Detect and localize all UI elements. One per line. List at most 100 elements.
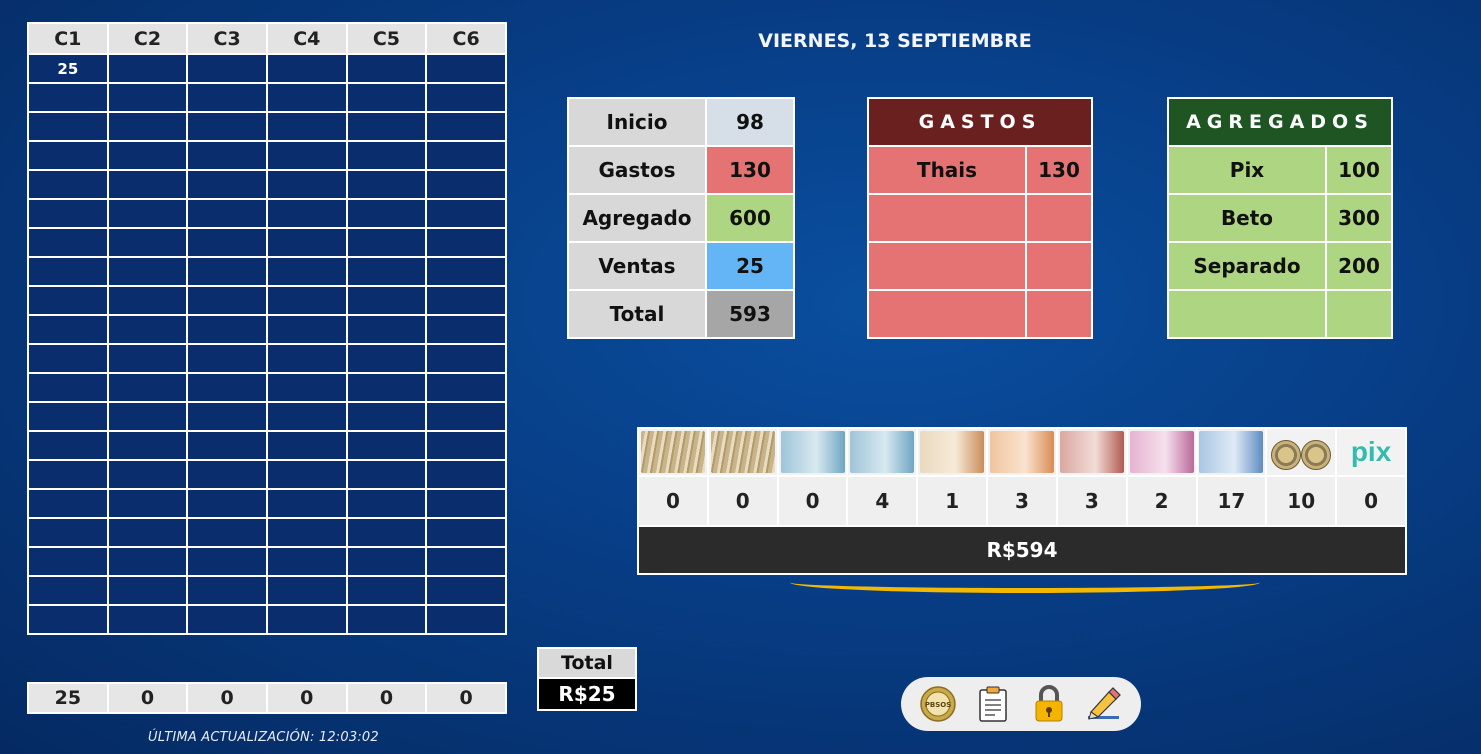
agregados-amount[interactable]: 200 [1325, 241, 1393, 291]
grid-cell[interactable] [27, 401, 109, 432]
grid-cell[interactable] [27, 198, 109, 229]
grid-cell[interactable] [425, 604, 507, 635]
grid-cell[interactable] [27, 227, 109, 258]
agregados-amount[interactable] [1325, 289, 1393, 339]
denomination-count[interactable]: 0 [637, 475, 709, 527]
grid-cell[interactable] [27, 256, 109, 287]
grid-cell[interactable] [265, 140, 348, 171]
grid-cell[interactable] [106, 256, 189, 287]
grid-cell[interactable] [265, 256, 348, 287]
grid-cell[interactable] [27, 82, 109, 113]
grid-cell[interactable] [27, 285, 109, 316]
grid-cell[interactable] [106, 517, 189, 548]
grid-cell[interactable] [27, 314, 109, 345]
grid-cell[interactable] [425, 111, 507, 142]
grid-cell[interactable] [27, 546, 109, 577]
grid-cell[interactable] [345, 575, 428, 606]
grid-cell[interactable] [186, 343, 268, 374]
grid-cell[interactable] [265, 546, 348, 577]
grid-cell[interactable] [186, 459, 268, 490]
agregados-amount[interactable]: 100 [1325, 145, 1393, 195]
grid-cell[interactable] [265, 401, 348, 432]
grid-cell[interactable] [425, 285, 507, 316]
clipboard-icon[interactable] [974, 685, 1012, 723]
denomination-count[interactable]: 10 [1265, 475, 1338, 527]
gastos-amount[interactable] [1025, 193, 1093, 243]
grid-cell[interactable] [106, 430, 189, 461]
grid-cell[interactable] [27, 430, 109, 461]
grid-cell[interactable] [425, 546, 507, 577]
grid-cell[interactable] [425, 430, 507, 461]
grid-cell[interactable] [345, 227, 428, 258]
grid-cell[interactable] [106, 372, 189, 403]
edit-pencil-icon[interactable] [1085, 685, 1123, 723]
grid-cell[interactable] [186, 227, 268, 258]
denomination-count[interactable]: 17 [1195, 475, 1268, 527]
grid-cell[interactable] [425, 517, 507, 548]
gastos-amount[interactable]: 130 [1025, 145, 1093, 195]
gastos-name[interactable] [867, 241, 1027, 291]
agregados-name[interactable]: Pix [1167, 145, 1327, 195]
denomination-count[interactable]: 0 [706, 475, 779, 527]
grid-cell[interactable] [425, 575, 507, 606]
denomination-count[interactable]: 3 [986, 475, 1058, 527]
grid-cell[interactable] [186, 314, 268, 345]
grid-cell[interactable] [106, 111, 189, 142]
grid-cell[interactable] [345, 343, 428, 374]
grid-cell[interactable] [425, 314, 507, 345]
grid-cell[interactable] [425, 459, 507, 490]
grid-cell[interactable] [425, 343, 507, 374]
denomination-count[interactable]: 1 [916, 475, 989, 527]
grid-cell[interactable] [186, 401, 268, 432]
grid-cell[interactable] [186, 111, 268, 142]
grid-cell[interactable] [27, 459, 109, 490]
grid-cell[interactable] [425, 372, 507, 403]
lock-icon[interactable] [1030, 685, 1068, 723]
grid-cell[interactable] [186, 140, 268, 171]
grid-cell[interactable] [106, 459, 189, 490]
gastos-name[interactable] [867, 193, 1027, 243]
grid-cell[interactable] [425, 198, 507, 229]
grid-cell[interactable] [425, 401, 507, 432]
grid-cell[interactable] [186, 488, 268, 519]
grid-cell[interactable] [345, 314, 428, 345]
grid-cell[interactable] [186, 517, 268, 548]
grid-cell[interactable] [186, 372, 268, 403]
grid-cell[interactable] [106, 285, 189, 316]
grid-cell[interactable] [265, 459, 348, 490]
grid-cell[interactable] [345, 140, 428, 171]
grid-cell[interactable] [106, 227, 189, 258]
grid-cell[interactable] [106, 82, 189, 113]
grid-cell[interactable] [186, 546, 268, 577]
grid-cell[interactable] [265, 488, 348, 519]
grid-cell[interactable] [345, 372, 428, 403]
grid-cell[interactable] [345, 198, 428, 229]
grid-cell[interactable] [345, 604, 428, 635]
agregados-name[interactable]: Separado [1167, 241, 1327, 291]
grid-cell[interactable] [186, 198, 268, 229]
grid-cell[interactable] [265, 169, 348, 200]
grid-cell[interactable] [27, 140, 109, 171]
grid-cell[interactable] [425, 227, 507, 258]
grid-cell[interactable] [27, 517, 109, 548]
grid-cell[interactable] [345, 82, 428, 113]
agregados-amount[interactable]: 300 [1325, 193, 1393, 243]
grid-cell[interactable] [265, 517, 348, 548]
grid-cell[interactable] [186, 430, 268, 461]
grid-cell[interactable] [106, 314, 189, 345]
grid-cell[interactable] [27, 169, 109, 200]
grid-cell[interactable] [186, 285, 268, 316]
grid-cell[interactable] [265, 227, 348, 258]
grid-cell[interactable] [27, 111, 109, 142]
denomination-count[interactable]: 4 [846, 475, 919, 527]
gastos-amount[interactable] [1025, 241, 1093, 291]
grid-cell[interactable] [265, 343, 348, 374]
denomination-count[interactable]: 3 [1055, 475, 1128, 527]
grid-cell[interactable] [345, 546, 428, 577]
grid-cell[interactable] [27, 575, 109, 606]
grid-cell[interactable] [345, 488, 428, 519]
grid-cell[interactable] [425, 82, 507, 113]
grid-cell[interactable] [186, 169, 268, 200]
grid-cell[interactable] [27, 372, 109, 403]
grid-cell[interactable] [27, 343, 109, 374]
